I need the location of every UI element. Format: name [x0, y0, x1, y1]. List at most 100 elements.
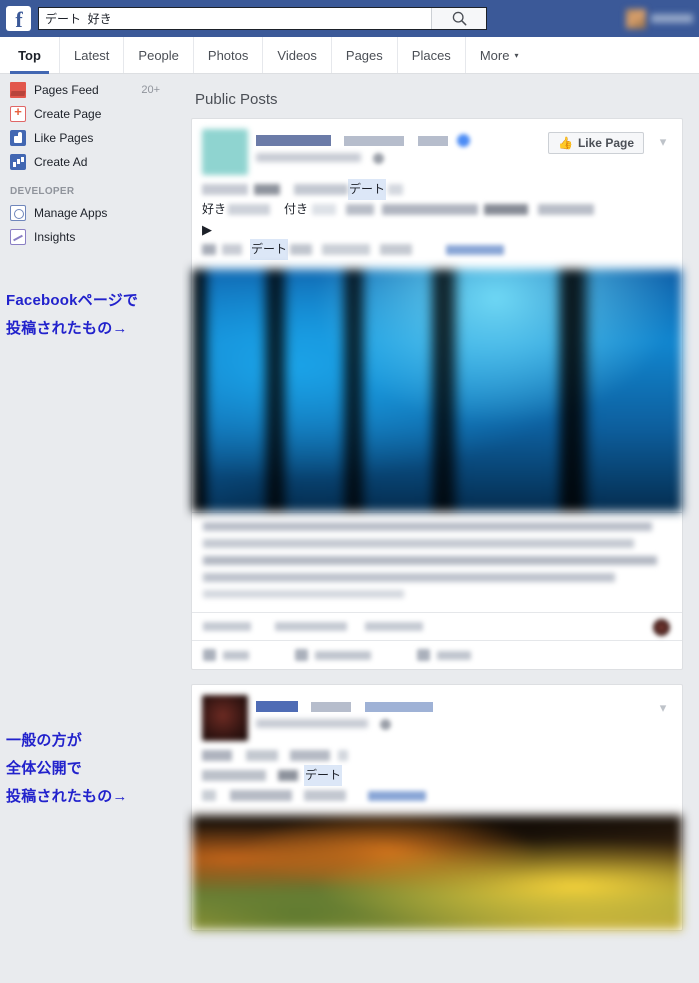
redacted-text: [202, 750, 232, 761]
post-text-line: デート: [202, 179, 672, 200]
redacted-text: [484, 204, 529, 215]
tab-latest[interactable]: Latest: [60, 37, 125, 73]
sidebar-section-developer: DEVELOPER: [10, 186, 75, 197]
facebook-logo[interactable]: f: [6, 6, 31, 31]
sidebar-item-label: Create Ad: [34, 155, 88, 169]
play-triangle-icon: ▶: [202, 221, 212, 237]
post-link-attachment[interactable]: [192, 512, 682, 612]
user-name-redacted[interactable]: [256, 701, 298, 713]
section-title-public-posts: Public Posts: [195, 91, 278, 108]
verified-badge-icon: [457, 134, 471, 148]
post-message: デート: [192, 747, 682, 815]
redacted-text: [290, 750, 330, 761]
post-photo-blue-night[interactable]: [192, 269, 682, 512]
pages-feed-count-badge: 20+: [141, 84, 160, 96]
redacted-text: [222, 244, 242, 255]
comment-label-redacted: [315, 650, 371, 660]
post-menu-chevron-down-icon[interactable]: ▾: [652, 132, 674, 154]
create-ad-icon: [10, 154, 26, 170]
post-text-line: [202, 747, 672, 764]
redacted-text: [202, 790, 216, 801]
redacted-text: [294, 184, 348, 195]
reaction-count-redacted[interactable]: [203, 622, 251, 631]
see-more-link[interactable]: [368, 790, 426, 801]
post-text-line: [202, 787, 672, 804]
post-context-redacted: [311, 701, 352, 712]
share-count-redacted[interactable]: [365, 622, 423, 631]
comment-count-redacted[interactable]: [275, 622, 347, 631]
tab-videos[interactable]: Videos: [263, 37, 332, 73]
tab-top[interactable]: Top: [0, 37, 60, 74]
post-menu-chevron-down-icon[interactable]: ▾: [652, 698, 674, 720]
commenter-avatar[interactable]: [653, 619, 670, 636]
annotation-page-post: Facebookページで 投稿されたもの→: [6, 287, 138, 343]
tab-photos[interactable]: Photos: [194, 37, 264, 73]
search-button[interactable]: [431, 8, 486, 29]
post-timestamp-redacted[interactable]: [256, 719, 368, 728]
sidebar-item-label: Manage Apps: [34, 206, 108, 220]
post-photo-food[interactable]: [192, 815, 682, 930]
sidebar-item-like-pages[interactable]: Like Pages: [0, 126, 182, 150]
like-action-button[interactable]: [203, 649, 249, 661]
post-timestamp-redacted[interactable]: [256, 153, 361, 163]
tab-top-label: Top: [18, 47, 41, 63]
comment-action-button[interactable]: [295, 649, 371, 661]
redacted-text: [304, 790, 346, 801]
tab-places-label: Places: [411, 47, 451, 63]
redacted-text: [203, 522, 653, 531]
page-avatar[interactable]: [202, 129, 248, 175]
thumbs-up-icon: [203, 649, 216, 661]
search-icon: [452, 11, 467, 26]
annotation-line: 一般の方が: [6, 732, 83, 749]
like-label-redacted: [223, 650, 249, 660]
sidebar-item-pages-feed[interactable]: Pages Feed 20+: [0, 78, 182, 102]
annotation-line: 投稿されたもの→: [6, 788, 128, 805]
redacted-text: [322, 244, 371, 255]
search-bar[interactable]: [38, 7, 487, 30]
share-action-button[interactable]: [417, 649, 471, 661]
see-more-link[interactable]: [446, 244, 505, 255]
user-avatar[interactable]: [202, 695, 248, 741]
sidebar-item-create-ad[interactable]: Create Ad: [0, 150, 182, 174]
sidebar-item-manage-apps[interactable]: Manage Apps: [0, 201, 182, 225]
sidebar-item-insights[interactable]: Insights: [0, 225, 182, 249]
user-avatar[interactable]: [626, 8, 646, 29]
account-area[interactable]: [604, 0, 699, 37]
pages-feed-icon: [10, 82, 26, 98]
post-context-redacted: [417, 135, 448, 146]
create-page-icon: [10, 104, 26, 122]
like-page-button[interactable]: 👍 Like Page: [548, 132, 644, 154]
keyword-highlight: デート: [250, 239, 289, 260]
redacted-text: [230, 790, 292, 801]
redacted-text: [254, 184, 280, 195]
post-text-line: ▶: [202, 221, 672, 238]
post-context-redacted: [344, 135, 405, 146]
page-name-redacted[interactable]: [256, 135, 331, 147]
annotation-public-post: 一般の方が 全体公開で 投稿されたもの→: [6, 727, 128, 811]
tab-people[interactable]: People: [124, 37, 194, 73]
sidebar-item-label: Pages Feed: [34, 83, 99, 97]
user-name-redacted: [651, 14, 693, 23]
tab-pages[interactable]: Pages: [332, 37, 398, 73]
search-input[interactable]: [39, 8, 431, 29]
keyword-highlight: デート: [348, 179, 387, 200]
manage-apps-icon: [10, 205, 26, 221]
redacted-text: [338, 750, 348, 761]
chevron-down-icon: ▾: [514, 50, 519, 60]
post-card-public: ▾ デート: [191, 684, 683, 931]
facebook-top-bar: f: [0, 0, 699, 37]
insights-icon: [10, 229, 26, 245]
redacted-text: [312, 204, 337, 215]
post-text-line: 好き 付き: [202, 201, 672, 218]
post-engagement-stats: [192, 612, 682, 640]
facebook-logo-letter: f: [15, 7, 22, 31]
redacted-text: [346, 204, 375, 215]
sidebar-item-label: Insights: [34, 230, 76, 244]
tab-places[interactable]: Places: [398, 37, 466, 73]
tab-people-label: People: [138, 47, 179, 63]
share-label-redacted: [437, 650, 471, 660]
tab-more[interactable]: More ▾: [466, 37, 533, 73]
sidebar-item-create-page[interactable]: Create Page: [0, 102, 182, 126]
search-results-column: Public Posts 👍 Like Page ▾ デート 好き 付き ▶ デ…: [182, 74, 699, 983]
redacted-text: [382, 204, 479, 215]
